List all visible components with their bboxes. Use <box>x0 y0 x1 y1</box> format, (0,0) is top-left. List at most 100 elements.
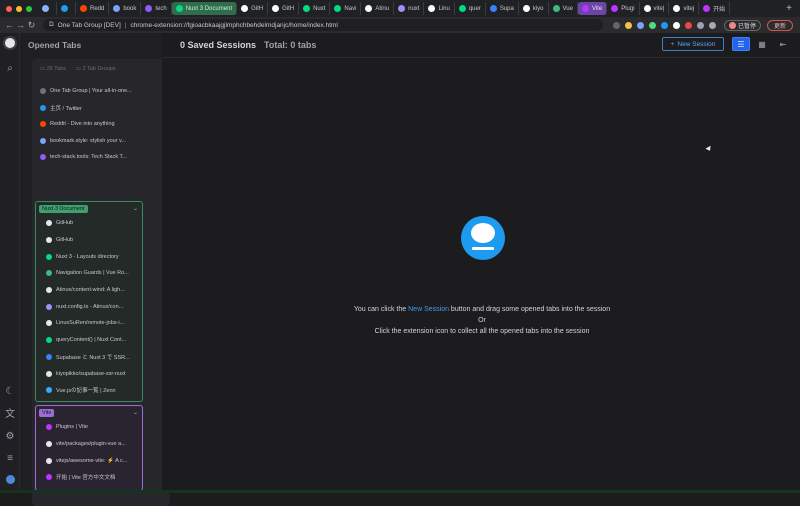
browser-tab[interactable]: GitH <box>237 2 269 15</box>
browser-tab[interactable]: Vite <box>577 2 608 15</box>
tab-item[interactable]: Reddit - Dive into anything <box>32 116 170 133</box>
favicon-icon <box>46 441 52 448</box>
tab-item[interactable]: Nuxt 3 - Layouts directory <box>36 248 142 265</box>
browser-tab[interactable]: GitH <box>268 2 300 15</box>
browser-tab[interactable]: kiyo <box>519 2 549 15</box>
tab-group-header[interactable]: Vite ⌄ <box>36 406 142 419</box>
extension-icon[interactable] <box>673 21 680 29</box>
new-session-button[interactable]: + New Session <box>662 37 724 51</box>
tab-group-nuxt[interactable]: Nuxt 3 Document ⌄ GitHub GitHub Nuxt 3 - L… <box>35 201 143 402</box>
moon-icon[interactable]: ☾ <box>4 386 16 398</box>
share-icon[interactable] <box>613 21 620 29</box>
tab-item[interactable]: bookmark.style: stylish your v... <box>32 133 170 150</box>
translate-icon[interactable]: 文 <box>4 409 16 421</box>
chevron-down-icon[interactable]: ⌄ <box>133 409 138 416</box>
puzzle-icon[interactable] <box>697 21 704 29</box>
back-icon[interactable]: ← <box>4 20 15 30</box>
tab-item[interactable]: LinusSuRen/remote-jobs-i... <box>36 315 142 332</box>
collapse-view-button[interactable]: ⇤ <box>774 37 792 51</box>
browser-tab[interactable]: Nuxt <box>299 2 331 15</box>
extension-icon[interactable] <box>637 21 644 29</box>
bookmark-star-icon[interactable] <box>625 21 632 29</box>
browser-tab-label: Supa <box>499 5 514 12</box>
tab-item[interactable]: GitHub <box>36 215 142 232</box>
tab-item[interactable]: kiyopikko/supabase-ssr-nuxt <box>36 365 142 382</box>
favicon-icon <box>46 253 52 260</box>
search-icon[interactable]: ⌕ <box>4 63 16 75</box>
avatar[interactable] <box>4 475 16 487</box>
gear-icon[interactable]: ⚙ <box>4 431 16 443</box>
address-bar[interactable]: ⧉ One Tab Group [DEV] | chrome-extension… <box>43 19 603 31</box>
tab-item[interactable]: Plugins | Vite <box>36 419 142 436</box>
tab-item[interactable]: Vue.jsの記事一覧 | Zenn <box>36 382 142 399</box>
tab-group-vite[interactable]: Vite ⌄ Plugins | Vite vite/packages/plugi… <box>35 405 143 491</box>
tab-item[interactable]: One Tab Group | Your all-in-one... <box>32 83 170 100</box>
tab-item[interactable]: 开始 | Vite 官方中文文档 <box>36 469 142 486</box>
favicon-icon <box>398 5 406 12</box>
profile-paused-button[interactable]: 已暂停 <box>724 19 762 31</box>
browser-tab-strip: Redd book tech Nuxt 3 Document GitH GitH Nuxt N… <box>0 0 800 17</box>
extension-icon[interactable] <box>649 21 656 29</box>
browser-tab[interactable]: vitej <box>669 2 700 15</box>
favicon-icon <box>46 220 52 227</box>
chevron-down-icon[interactable]: ⌄ <box>133 205 138 212</box>
browser-tab[interactable]: Nuxt 3 Document <box>171 2 238 15</box>
browser-tab-label: quer <box>468 5 481 12</box>
tab-item[interactable]: vite/packages/plugin-vue a... <box>36 436 142 453</box>
tab-item-title: Atinux/content-wind: A ligh... <box>56 287 125 294</box>
tab-item[interactable]: nuxt.config.ts - Atinux/con... <box>36 298 142 315</box>
tab-item[interactable]: queryContent() | Nuxt Cont... <box>36 332 142 349</box>
favicon-icon <box>522 5 530 12</box>
browser-tab-label: vite| <box>653 5 665 12</box>
browser-tab[interactable]: nuxt <box>394 2 425 15</box>
browser-tab[interactable]: quer <box>455 2 486 15</box>
browser-tab[interactable]: Atinu <box>361 2 395 15</box>
sidebar-toggle-icon[interactable] <box>709 21 716 29</box>
reload-icon[interactable]: ↻ <box>26 20 37 31</box>
favicon-icon <box>46 287 52 294</box>
tab-group-header[interactable]: Nuxt 3 Document ⌄ <box>36 202 142 215</box>
empty-line-1: You can click the New Session button and… <box>353 306 611 313</box>
opened-tabs-panel: ▭ 26 Tabs ▭ 2 Tab Groups One Tab Group |… <box>32 59 170 506</box>
new-session-link[interactable]: New Session <box>408 306 449 313</box>
favicon-icon <box>61 5 68 12</box>
browser-tab[interactable]: tech <box>141 2 172 15</box>
browser-tab[interactable]: vite| <box>640 2 670 15</box>
extensions-area <box>613 21 716 29</box>
close-window-button[interactable] <box>6 5 12 12</box>
browser-tab[interactable]: Redd <box>76 2 110 15</box>
favicon-icon <box>40 121 46 128</box>
forward-icon[interactable]: → <box>15 20 26 30</box>
tab-item[interactable]: Navigation Guards | Vue Ro... <box>36 265 142 282</box>
browser-tab[interactable]: 开始 <box>699 2 731 15</box>
browser-tab[interactable]: Linu <box>424 2 455 15</box>
grid-view-button[interactable]: ▦ <box>753 37 771 51</box>
tab-item[interactable]: Supabase と Nuxt 3 で SSR... <box>36 349 142 366</box>
favicon-icon <box>46 457 52 464</box>
tab-item[interactable]: GitHub <box>36 232 142 249</box>
tab-item[interactable]: tech-stack.tools: Tech Stack T... <box>32 149 170 166</box>
browser-tab[interactable] <box>38 2 57 15</box>
tab-counts: ▭ 26 Tabs ▭ 2 Tab Groups <box>40 66 116 72</box>
minimize-window-button[interactable] <box>16 5 22 12</box>
tab-item[interactable]: Atinux/content-wind: A ligh... <box>36 282 142 299</box>
tab-item[interactable]: 主页 / Twitter <box>32 100 170 117</box>
browser-tab[interactable]: book <box>109 2 142 15</box>
favicon-icon <box>611 5 619 12</box>
empty-line-2: Or <box>478 317 486 324</box>
extension-icon[interactable] <box>685 21 692 29</box>
list-view-button[interactable]: ☰ <box>732 37 750 51</box>
extension-icon[interactable] <box>661 21 668 29</box>
update-button[interactable]: 更新 <box>767 19 794 31</box>
browser-tab[interactable]: Vue <box>549 2 578 15</box>
browser-tab[interactable]: Supa <box>486 2 519 15</box>
tab-item[interactable]: vitejs/awesome-vite: ⚡ A c... <box>36 452 142 469</box>
maximize-window-button[interactable] <box>26 5 32 12</box>
favicon-icon <box>113 5 121 12</box>
new-tab-button[interactable]: + <box>778 3 800 14</box>
browser-tab[interactable]: Navi <box>330 2 362 15</box>
browser-tab[interactable]: Plugi <box>607 2 640 15</box>
window-controls <box>0 5 38 12</box>
list-settings-icon[interactable]: ≡ <box>4 453 16 465</box>
browser-tab[interactable] <box>57 2 76 15</box>
